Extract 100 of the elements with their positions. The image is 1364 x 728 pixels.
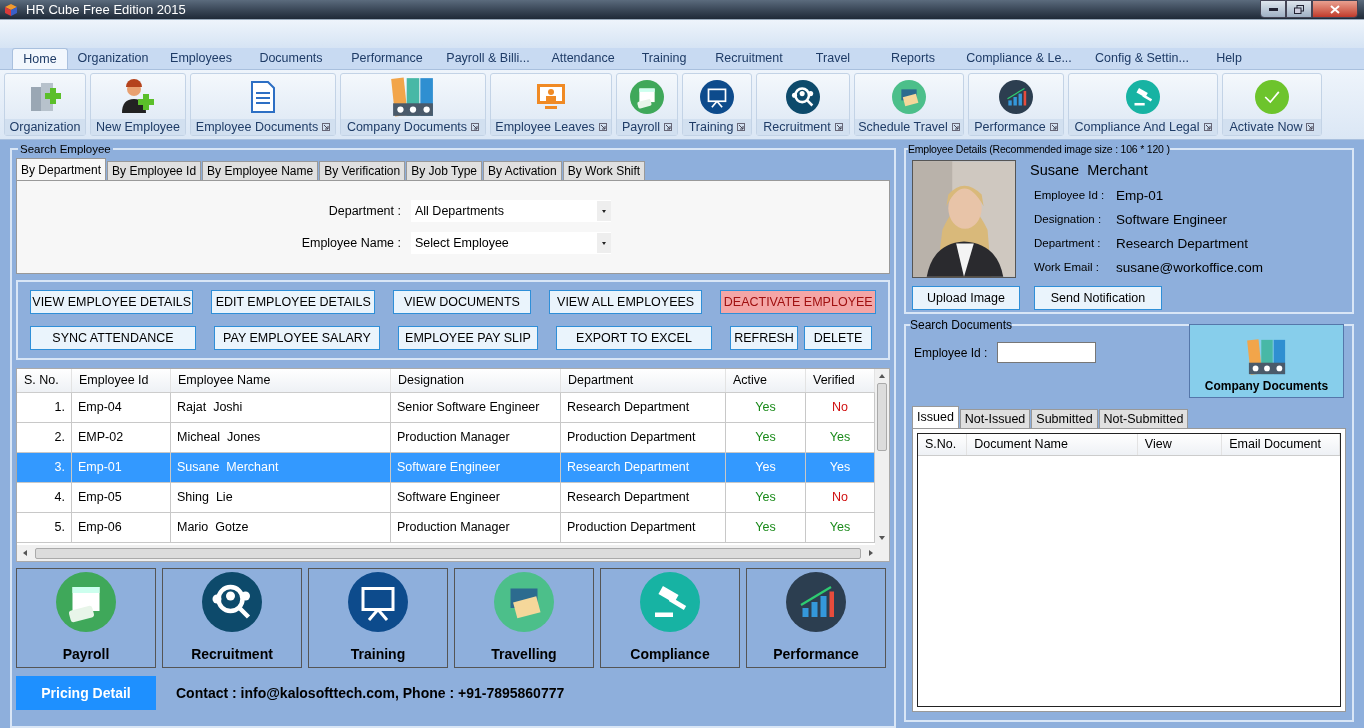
restore-button[interactable] [1286,0,1312,18]
scroll-thumb[interactable] [877,383,887,451]
action-button[interactable]: VIEW ALL EMPLOYEES [548,290,703,314]
close-icon [1330,4,1340,14]
action-button[interactable]: VIEW EMPLOYEE DETAILS [30,290,194,314]
document-tab[interactable]: Submitted [1031,409,1098,428]
document-tab[interactable]: Not-Issued [959,409,1031,428]
table-row[interactable]: 1. Emp-04 Rajat Joshi Senior Software Engineer Research Department Yes No [17,393,875,423]
search-tab[interactable]: By Verification [319,161,406,180]
action-button[interactable]: PAY EMPLOYEE SALARY [214,326,380,350]
close-button[interactable] [1312,0,1358,18]
table-cell: Yes [726,453,806,482]
action-button[interactable]: EDIT EMPLOYEE DETAILS [211,290,375,314]
table-row[interactable]: 5. Emp-06 Mario Gotze Production Manager Production Department Yes Yes [17,513,875,543]
launcher-icon[interactable] [322,123,331,131]
search-tab[interactable]: By Department [16,158,107,180]
detail-label: Department : [1033,236,1102,252]
ribbon-button[interactable]: New Employee [90,73,186,136]
ribbon-button[interactable]: Organization [4,73,86,136]
action-button[interactable]: VIEW DOCUMENTS [392,290,531,314]
action-button[interactable]: EXPORT TO EXCEL [556,326,712,350]
launcher-icon[interactable] [471,123,480,131]
action-button[interactable]: DEACTIVATE EMPLOYEE [720,290,876,314]
module-tile[interactable]: Travelling [454,568,594,668]
menu-tab[interactable]: Documents [246,48,336,69]
company-documents-button[interactable]: Company Documents [1189,324,1344,398]
column-header[interactable]: Employee Id [72,369,171,392]
module-tile[interactable]: Training [308,568,448,668]
menu-tab[interactable]: Travel [798,48,868,69]
ribbon-button[interactable]: Performance [968,73,1064,136]
launcher-icon[interactable] [1306,123,1315,131]
module-tile[interactable]: Recruitment [162,568,302,668]
document-tab[interactable]: Not-Submitted [1098,409,1189,428]
dropdown[interactable]: All Departments [411,200,611,222]
launcher-icon[interactable] [834,123,843,131]
ribbon-button[interactable]: Payroll [616,73,678,136]
ribbon-button[interactable]: Company Documents [340,73,486,136]
ribbon-button[interactable]: Activate Now [1222,73,1322,136]
search-tab[interactable]: By Work Shift [562,161,646,180]
launcher-icon[interactable] [664,123,673,131]
launcher-icon[interactable] [1049,123,1058,131]
column-header[interactable]: Document Name [967,434,1138,455]
minimize-button[interactable] [1260,0,1286,18]
detail-button[interactable]: Upload Image [912,286,1020,310]
table-row[interactable]: 4. Emp-05 Shing Lie Software Engineer Research Department Yes No [17,483,875,513]
ribbon-button[interactable]: Compliance And Legal [1068,73,1218,136]
action-button[interactable]: EMPLOYEE PAY SLIP [398,326,538,350]
column-header[interactable]: Department [561,369,726,392]
ribbon-button[interactable]: Schedule Travel [854,73,964,136]
menu-tab[interactable]: Reports [870,48,956,69]
ribbon-button[interactable]: Employee Documents [190,73,336,136]
menu-tab[interactable]: Recruitment [702,48,796,69]
action-button[interactable]: SYNC ATTENDANCE [30,326,196,350]
module-tile[interactable]: Performance [746,568,886,668]
ribbon-button[interactable]: Recruitment [756,73,850,136]
menu-tab[interactable]: Employees [158,48,244,69]
menu-tab[interactable]: Config & Settin... [1082,48,1202,69]
person-plus-icon [120,78,156,115]
search-tab[interactable]: By Job Type [406,161,482,180]
search-tab[interactable]: By Employee Name [202,161,319,180]
menu-tab[interactable]: Help [1204,48,1254,69]
launcher-icon[interactable] [951,123,960,131]
table-cell: Production Department [561,423,726,452]
column-header[interactable]: S. No. [17,369,72,392]
group-title: Search Employee [18,143,113,155]
detail-button[interactable]: Send Notification [1034,286,1162,310]
menu-tab[interactable]: Attendance [540,48,626,69]
table-cell: Production Manager [391,423,561,452]
vertical-scrollbar[interactable] [875,369,889,545]
scroll-thumb[interactable] [35,547,861,559]
column-header[interactable]: Employee Name [171,369,391,392]
table-cell: Software Engineer [391,483,561,512]
launcher-icon[interactable] [1203,123,1212,131]
column-header[interactable]: Active [726,369,806,392]
menu-tab[interactable]: Home [12,48,68,69]
column-header[interactable]: View [1137,434,1223,455]
module-tile[interactable]: Compliance [600,568,740,668]
search-tab[interactable]: By Activation [483,161,562,180]
employee-id-field[interactable] [997,342,1097,363]
action-button[interactable]: REFRESH [730,326,798,350]
document-tab[interactable]: Issued [912,406,959,428]
horizontal-scrollbar[interactable] [17,545,889,561]
menu-tab[interactable]: Organization [70,48,156,69]
ribbon-button[interactable]: Training [682,73,752,136]
search-tab[interactable]: By Employee Id [107,161,202,180]
menu-tab[interactable]: Training [628,48,700,69]
column-header[interactable]: Email Document [1222,434,1340,455]
menu-tab[interactable]: Performance [338,48,436,69]
column-header[interactable]: Designation [391,369,561,392]
module-tile[interactable]: Payroll [16,568,156,668]
ribbon-button[interactable]: Employee Leaves [490,73,612,136]
dropdown[interactable]: Select Employee [411,232,611,254]
ribbon-label: Performance [974,118,1046,136]
column-header[interactable]: S.No. [918,434,968,455]
minimize-icon [1268,7,1278,11]
action-button[interactable]: DELETE [804,326,872,350]
menu-tab[interactable]: Payroll & Billi... [438,48,538,69]
launcher-icon[interactable] [737,123,746,131]
launcher-icon[interactable] [598,123,607,131]
menu-tab[interactable]: Compliance & Le... [958,48,1080,69]
